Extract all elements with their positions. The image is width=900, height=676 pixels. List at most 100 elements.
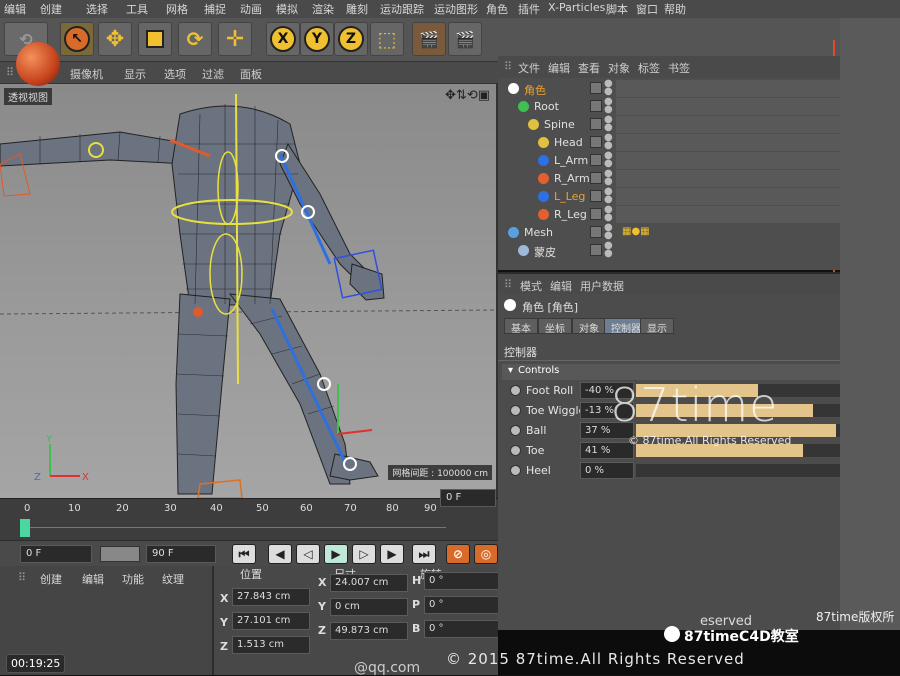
- viewport-menu-options[interactable]: 选项: [164, 66, 186, 82]
- mat-menu-texture[interactable]: 纹理: [162, 571, 184, 587]
- keyframe-radio[interactable]: [510, 385, 521, 396]
- pos-x-field[interactable]: 27.843 cm: [232, 588, 310, 606]
- visibility-tag[interactable]: [590, 118, 602, 130]
- range-slider[interactable]: [100, 546, 140, 562]
- viewport-menu-filter[interactable]: 过滤: [202, 66, 224, 82]
- mat-menu-edit[interactable]: 编辑: [82, 571, 104, 587]
- rot-p-field[interactable]: 0 °: [424, 596, 502, 614]
- om-menu-tags[interactable]: 标签: [638, 60, 660, 76]
- mat-menu-create[interactable]: 创建: [40, 571, 62, 587]
- visibility-tag[interactable]: [590, 136, 602, 148]
- keyframe-radio[interactable]: [510, 465, 521, 476]
- next-key-button[interactable]: ▶: [380, 544, 404, 564]
- x-axis-button[interactable]: X: [266, 22, 300, 56]
- render-picture-viewer-button[interactable]: 🎬: [448, 22, 482, 56]
- control-value[interactable]: 41 %: [580, 442, 634, 459]
- go-to-start-button[interactable]: ⏮: [232, 544, 256, 564]
- object-row[interactable]: Mesh ● ● ▦●▦: [498, 223, 840, 242]
- menu-item[interactable]: 运动图形: [434, 1, 478, 17]
- render-dots[interactable]: ● ●: [604, 205, 613, 223]
- om-menu-view[interactable]: 查看: [578, 60, 600, 76]
- om-menu-file[interactable]: 文件: [518, 60, 540, 76]
- current-frame-field[interactable]: 0 F: [440, 489, 496, 507]
- autokey-button[interactable]: ◎: [474, 544, 498, 564]
- object-row[interactable]: Root ● ●: [498, 97, 840, 116]
- scale-tool-button[interactable]: [138, 22, 172, 56]
- om-menu-edit[interactable]: 编辑: [548, 60, 570, 76]
- next-frame-button[interactable]: ▷: [352, 544, 376, 564]
- rot-b-field[interactable]: 0 °: [424, 620, 502, 638]
- menu-item[interactable]: 创建: [40, 1, 62, 17]
- menu-item[interactable]: 选择: [86, 1, 108, 17]
- material-thumbnail[interactable]: [16, 42, 60, 86]
- menu-item[interactable]: 网格: [166, 1, 188, 17]
- render-dots[interactable]: ● ●: [604, 187, 613, 205]
- visibility-tag[interactable]: [590, 82, 602, 94]
- viewport-menu-camera[interactable]: 摄像机: [70, 66, 103, 82]
- visibility-tag[interactable]: [590, 244, 602, 256]
- rot-h-field[interactable]: 0 °: [424, 572, 502, 590]
- menu-item[interactable]: 捕捉: [204, 1, 226, 17]
- coordinate-system-button[interactable]: ⬚: [370, 22, 404, 56]
- menu-item[interactable]: 编辑: [4, 1, 26, 17]
- menu-item[interactable]: 脚本: [606, 1, 628, 17]
- menu-item[interactable]: 插件: [518, 1, 540, 17]
- menu-item[interactable]: 帮助: [664, 1, 686, 17]
- move-tool-button[interactable]: ✥: [98, 22, 132, 56]
- pos-z-field[interactable]: 1.513 cm: [232, 636, 310, 654]
- live-select-button[interactable]: ✛: [218, 22, 252, 56]
- render-dots[interactable]: ● ●: [604, 115, 613, 133]
- visibility-tag[interactable]: [590, 154, 602, 166]
- timeline-ruler[interactable]: 0 10 20 30 40 50 60 70 80 90 0 F: [0, 489, 498, 540]
- control-value[interactable]: 0 %: [580, 462, 634, 479]
- menu-item[interactable]: 运动跟踪: [380, 1, 424, 17]
- om-menu-object[interactable]: 对象: [608, 60, 630, 76]
- object-row[interactable]: 角色 ● ●: [498, 79, 840, 98]
- size-x-field[interactable]: 24.007 cm: [330, 574, 408, 592]
- menu-item[interactable]: 工具: [126, 1, 148, 17]
- rotate-tool-button[interactable]: ⟳: [178, 22, 212, 56]
- keyframe-radio[interactable]: [510, 405, 521, 416]
- tab-display[interactable]: 显示: [640, 318, 674, 335]
- object-row[interactable]: Head ● ●: [498, 133, 840, 152]
- mat-menu-function[interactable]: 功能: [122, 571, 144, 587]
- menu-item[interactable]: 雕刻: [346, 1, 368, 17]
- render-dots[interactable]: ● ●: [604, 79, 613, 97]
- render-dots[interactable]: ● ●: [604, 223, 613, 241]
- render-view-button[interactable]: 🎬: [412, 22, 446, 56]
- om-menu-bookmarks[interactable]: 书签: [668, 60, 690, 76]
- control-slider[interactable]: [636, 464, 840, 477]
- keyframe-radio[interactable]: [510, 425, 521, 436]
- viewport-nav-icons[interactable]: ✥⇅⟲▣: [445, 88, 490, 103]
- menu-item[interactable]: 模拟: [276, 1, 298, 17]
- menu-item[interactable]: 渲染: [312, 1, 334, 17]
- render-dots[interactable]: ● ●: [604, 133, 613, 151]
- render-dots[interactable]: ● ●: [604, 151, 613, 169]
- size-z-field[interactable]: 49.873 cm: [330, 622, 408, 640]
- object-row[interactable]: 蒙皮 ● ●: [498, 241, 840, 260]
- size-y-field[interactable]: 0 cm: [330, 598, 408, 616]
- prev-frame-button[interactable]: ◁: [296, 544, 320, 564]
- object-row[interactable]: R_Arm ● ●: [498, 169, 840, 188]
- visibility-tag[interactable]: [590, 100, 602, 112]
- keyframe-radio[interactable]: [510, 445, 521, 456]
- object-row[interactable]: L_Arm ● ●: [498, 151, 840, 170]
- render-dots[interactable]: ● ●: [604, 97, 613, 115]
- y-axis-button[interactable]: Y: [300, 22, 334, 56]
- object-row[interactable]: L_Leg ● ●: [498, 187, 840, 206]
- am-menu-edit[interactable]: 编辑: [550, 278, 572, 294]
- visibility-tag[interactable]: [590, 190, 602, 202]
- record-button[interactable]: ⊘: [446, 544, 470, 564]
- end-frame-field[interactable]: 90 F: [146, 545, 216, 563]
- am-menu-userdata[interactable]: 用户数据: [580, 278, 624, 294]
- visibility-tag[interactable]: [590, 226, 602, 238]
- tab-object[interactable]: 对象: [572, 318, 606, 335]
- select-tool-button[interactable]: ↖: [60, 22, 94, 56]
- object-row[interactable]: Spine ● ●: [498, 115, 840, 134]
- start-frame-field[interactable]: 0 F: [20, 545, 92, 563]
- viewport-menu-panel[interactable]: 面板: [240, 66, 262, 82]
- play-button[interactable]: ▶: [324, 544, 348, 564]
- tab-basic[interactable]: 基本: [504, 318, 538, 335]
- render-dots[interactable]: ● ●: [604, 169, 613, 187]
- mesh-tags-icon[interactable]: ▦●▦: [622, 226, 650, 237]
